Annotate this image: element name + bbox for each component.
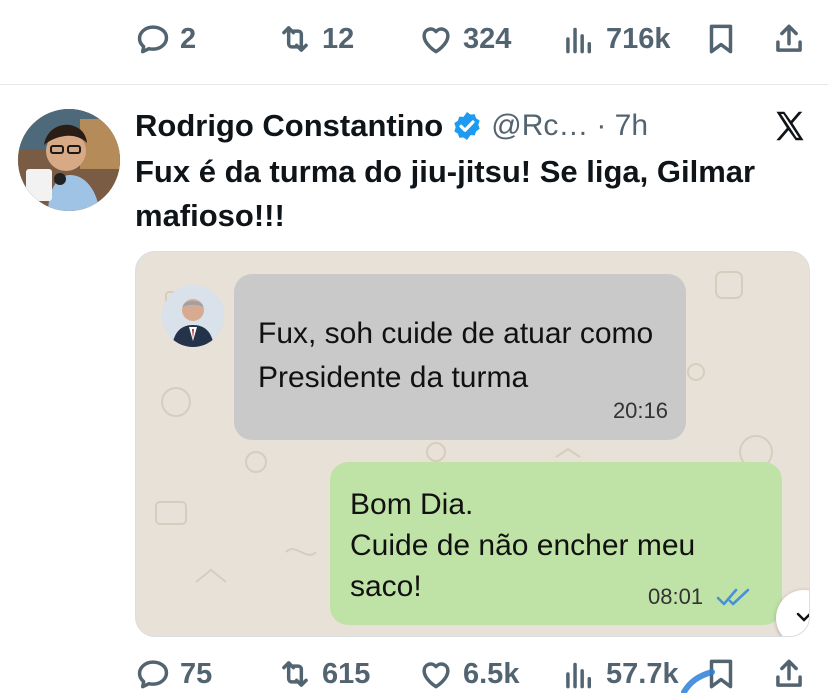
- views-button[interactable]: 57.7k: [560, 652, 679, 693]
- incoming-message-time: 20:16: [612, 398, 668, 423]
- share-button[interactable]: [770, 652, 808, 693]
- view-count: 716k: [606, 22, 671, 55]
- author-handle[interactable]: @Rc…: [491, 109, 588, 143]
- heart-icon: [422, 662, 450, 689]
- reply-count: 2: [180, 22, 197, 55]
- like-button[interactable]: 324: [417, 17, 511, 61]
- outgoing-message-line-2: Cuide de não encher meu saco!: [350, 529, 696, 603]
- views-button[interactable]: 716k: [560, 17, 671, 61]
- tweet-divider: [0, 84, 828, 85]
- tweet-text: Fux é da turma do jiu-jitsu! Se liga, Gi…: [135, 154, 756, 233]
- outgoing-message-text: Bom Dia. Cuide de não encher meu saco!: [350, 484, 770, 607]
- tweet-time[interactable]: · 7h: [596, 109, 648, 143]
- like-count: 6.5k: [463, 657, 520, 690]
- tweet-header: Rodrigo Constantino @Rc… · 7h: [135, 104, 648, 148]
- outgoing-message-line-1: Bom Dia.: [350, 488, 474, 521]
- previous-tweet-actions: 2 12 324 716k: [0, 17, 828, 61]
- views-icon: [566, 662, 592, 689]
- retweet-count: 615: [322, 657, 371, 690]
- x-logo-icon: [776, 111, 804, 141]
- share-button[interactable]: [770, 17, 808, 61]
- retweet-count: 12: [322, 22, 355, 55]
- outgoing-message-bubble: Bom Dia. Cuide de não encher meu saco! 0…: [330, 462, 782, 625]
- reply-icon: [137, 660, 169, 689]
- reply-button[interactable]: 2: [134, 17, 196, 61]
- touch-indicator-icon: [681, 669, 715, 693]
- retweet-button[interactable]: 12: [276, 17, 354, 61]
- reply-button[interactable]: 75: [134, 652, 212, 693]
- author-name[interactable]: Rodrigo Constantino: [135, 108, 443, 144]
- author-avatar[interactable]: [18, 109, 120, 211]
- like-button[interactable]: 6.5k: [417, 652, 519, 693]
- bookmark-icon: [709, 24, 733, 54]
- retweet-button[interactable]: 615: [276, 652, 370, 693]
- avatar-photo: [18, 109, 120, 211]
- retweet-icon: [282, 26, 308, 52]
- chevron-down-icon: [796, 612, 809, 622]
- contact-avatar: [162, 285, 224, 347]
- tweet-media[interactable]: Fux, soh cuide de atuar como Presidente …: [135, 251, 810, 637]
- verified-badge-icon: [454, 112, 480, 140]
- share-icon: [776, 24, 802, 52]
- share-icon: [776, 659, 802, 687]
- retweet-icon: [282, 661, 308, 687]
- incoming-message-text: Fux, soh cuide de atuar como Presidente …: [258, 317, 654, 394]
- reply-icon: [137, 25, 169, 54]
- like-count: 324: [463, 22, 512, 55]
- reply-count: 75: [180, 657, 213, 690]
- outgoing-message-time: 08:01: [648, 584, 704, 609]
- scroll-down-button: [776, 590, 809, 636]
- bookmark-button[interactable]: [702, 17, 740, 61]
- incoming-message-bubble: Fux, soh cuide de atuar como Presidente …: [234, 274, 686, 440]
- view-count: 57.7k: [606, 657, 679, 690]
- views-icon: [566, 27, 592, 54]
- heart-icon: [422, 27, 450, 54]
- read-ticks-icon: [716, 588, 750, 606]
- contact-photo: [162, 285, 224, 347]
